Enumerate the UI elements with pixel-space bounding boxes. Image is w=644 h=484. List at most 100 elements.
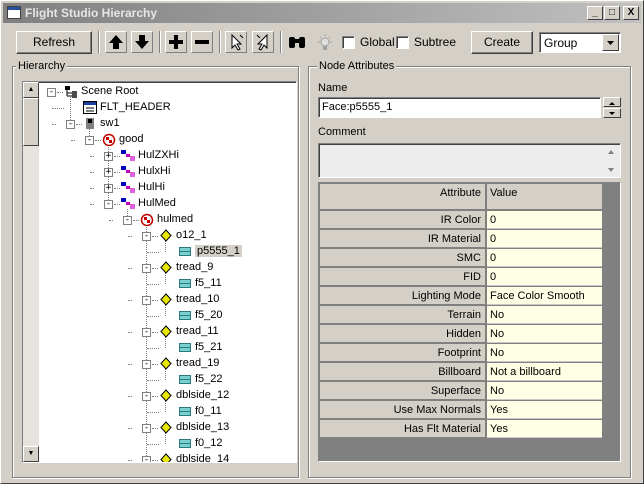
attribute-row[interactable]: Terrain No [320,306,602,324]
attribute-row[interactable]: Billboard Not a billboard [320,363,602,381]
collapse-toggle[interactable]: - [123,216,132,225]
tree-node[interactable]: f5_21 [23,340,281,356]
tree-node[interactable]: FLT_HEADER [23,100,281,116]
tree-node[interactable]: f5_11 [23,276,281,292]
attribute-row[interactable]: Superface No [320,382,602,400]
attribute-column-header[interactable]: Attribute [320,184,486,210]
tree-node[interactable]: f0_12 [23,436,281,452]
maximize-button[interactable]: □ [604,6,620,20]
tree-node[interactable]: - dblside_12 [23,388,281,404]
face-icon [178,373,192,386]
tree-node[interactable]: f5_22 [23,372,281,388]
attribute-row[interactable]: Footprint No [320,344,602,362]
select-alt-button[interactable] [252,31,274,53]
attribute-value[interactable]: 0 [487,249,602,267]
node-type-select[interactable]: Group [539,32,621,53]
tree-node[interactable]: - Scene Root [23,84,281,100]
dropdown-button[interactable] [602,34,619,51]
collapse-toggle[interactable]: - [142,360,151,369]
comment-scrollbar[interactable] [603,146,619,176]
attribute-value[interactable]: No [487,325,602,343]
attribute-value[interactable]: Yes [487,401,602,419]
attribute-value[interactable]: Yes [487,420,602,438]
tree-node[interactable]: - tread_11 [23,324,281,340]
attribute-row[interactable]: IR Color 0 [320,211,602,229]
attribute-value[interactable]: 0 [487,211,602,229]
tree-node[interactable]: - HulMed [23,196,281,212]
face-icon [178,309,192,322]
attribute-value[interactable]: Not a billboard [487,363,602,381]
collapse-toggle[interactable]: - [85,136,94,145]
name-spinner[interactable] [603,97,621,118]
tree-node[interactable]: - hulmed [23,212,281,228]
attribute-row[interactable]: Has Flt Material Yes [320,420,602,438]
close-button[interactable]: X [623,6,639,20]
name-field[interactable]: Face:p5555_1 [318,97,601,118]
light-button[interactable] [315,33,335,53]
face-icon [178,341,192,354]
tree-node[interactable]: - sw1 [23,116,281,132]
tree-node[interactable]: - good [23,132,281,148]
attribute-grid[interactable]: Attribute Value IR Color 0 IR Material 0 SMC… [318,182,621,462]
attribute-value[interactable]: 0 [487,268,602,286]
comment-field[interactable] [318,143,621,178]
hierarchy-window: Flight Studio Hierarchy _ □ X Refresh Gl… [0,0,644,484]
grid-header-row: Attribute Value [320,184,602,210]
tree-guide-line [114,204,120,205]
tree-node[interactable]: + HulZXHi [23,148,281,164]
tree-node[interactable]: p5555_1 [23,244,281,260]
add-node-button[interactable] [165,31,187,53]
collapse-toggle[interactable]: - [142,456,151,462]
tree-node[interactable]: f5_20 [23,308,281,324]
subtree-label: Subtree [414,35,457,49]
attribute-value[interactable]: Face Color Smooth [487,287,602,305]
tree-node[interactable]: + HulHi [23,180,281,196]
collapse-toggle[interactable]: - [142,424,151,433]
toolbar-separator [98,31,100,53]
collapse-toggle[interactable]: - [142,328,151,337]
collapse-toggle[interactable]: - [66,120,75,129]
collapse-toggle[interactable]: - [142,232,151,241]
attribute-value[interactable]: No [487,306,602,324]
attribute-row[interactable]: IR Material 0 [320,230,602,248]
tree-node[interactable]: f0_11 [23,404,281,420]
expand-toggle[interactable]: + [104,184,113,193]
tree-guide-line [71,140,75,141]
collapse-toggle[interactable]: - [142,264,151,273]
tree-node[interactable]: - tread_9 [23,260,281,276]
value-column-header[interactable]: Value [487,184,602,210]
refresh-button[interactable]: Refresh [16,31,92,54]
move-up-button[interactable] [105,31,127,53]
expand-toggle[interactable]: + [104,168,113,177]
subtree-checkbox[interactable] [396,36,409,49]
minimize-button[interactable]: _ [587,6,603,20]
move-down-button[interactable] [131,31,153,53]
tree-node[interactable]: + HulxHi [23,164,281,180]
create-button[interactable]: Create [471,31,533,54]
title-bar[interactable]: Flight Studio Hierarchy _ □ X [3,3,641,23]
tree-node[interactable]: - o12_1 [23,228,281,244]
tree-node[interactable]: - tread_19 [23,356,281,372]
hierarchy-tree[interactable]: ▲ ▼ - Scene Root FLT_HEADER - sw1- good + HulZX… [22,81,297,463]
expand-toggle[interactable]: + [104,152,113,161]
tree-node[interactable]: - tread_10 [23,292,281,308]
global-checkbox[interactable] [342,36,355,49]
tree-node[interactable]: - dblside_14 [23,452,281,462]
attribute-row[interactable]: Use Max Normals Yes [320,401,602,419]
attribute-row[interactable]: Hidden No [320,325,602,343]
tree-guide-line [152,396,158,397]
collapse-toggle[interactable]: - [47,88,56,97]
attribute-row[interactable]: SMC 0 [320,249,602,267]
tree-node[interactable]: - dblside_13 [23,420,281,436]
remove-node-button[interactable] [191,31,213,53]
attribute-value[interactable]: 0 [487,230,602,248]
find-button[interactable] [287,33,307,53]
attribute-value[interactable]: No [487,344,602,362]
attribute-row[interactable]: FID 0 [320,268,602,286]
attribute-row[interactable]: Lighting Mode Face Color Smooth [320,287,602,305]
collapse-toggle[interactable]: - [104,200,113,209]
attribute-value[interactable]: No [487,382,602,400]
select-button[interactable] [225,31,247,53]
collapse-toggle[interactable]: - [142,296,151,305]
collapse-toggle[interactable]: - [142,392,151,401]
